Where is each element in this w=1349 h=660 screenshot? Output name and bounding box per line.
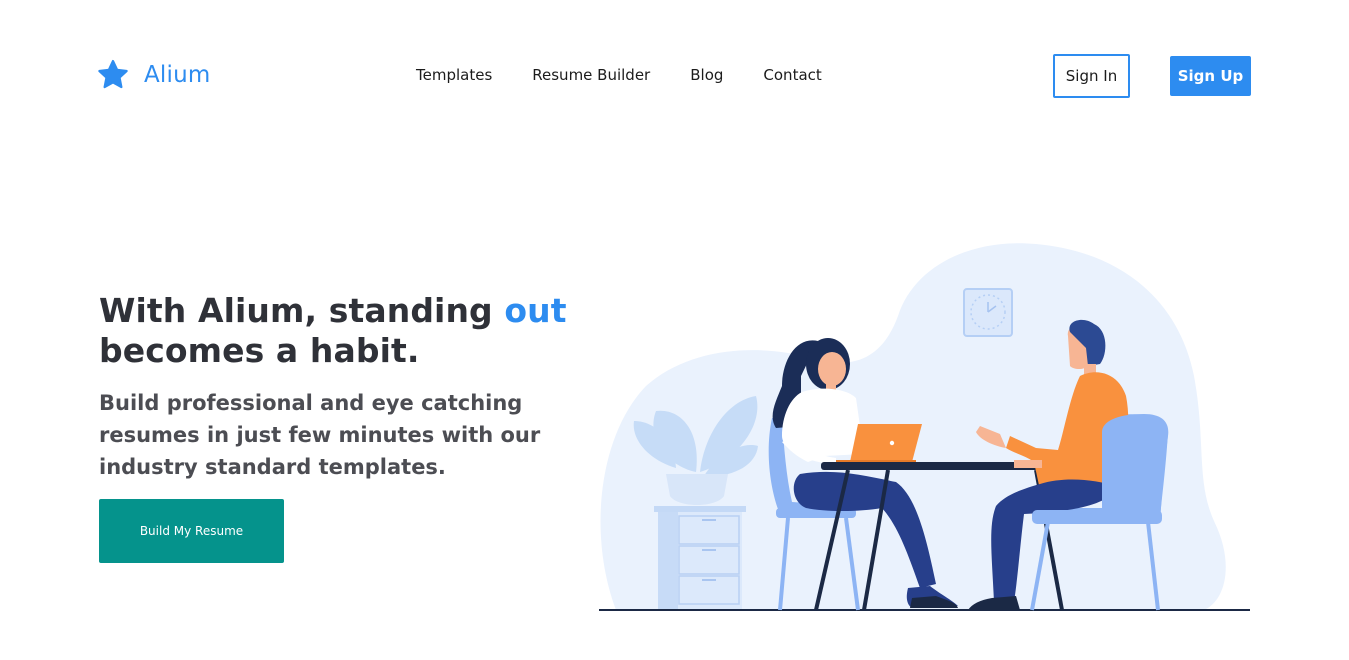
landing-page: Alium Templates Resume Builder Blog Cont…	[0, 0, 1349, 660]
brand-name: Alium	[144, 62, 211, 88]
hero-subtitle: Build professional and eye catching resu…	[99, 391, 541, 479]
interview-illustration	[599, 243, 1250, 611]
laptop-icon	[850, 424, 922, 462]
main-nav: Templates Resume Builder Blog Contact	[416, 65, 822, 85]
brand-logo-link[interactable]: Alium	[96, 58, 211, 92]
sign-up-button[interactable]: Sign Up	[1170, 56, 1251, 96]
nav-templates[interactable]: Templates	[416, 65, 492, 85]
hero-title-post: becomes a habit.	[99, 331, 420, 370]
hero-title: With Alium, standing out becomes a habit…	[99, 291, 619, 371]
sign-in-button[interactable]: Sign In	[1053, 54, 1130, 98]
hero-title-pre: With Alium, standing	[99, 291, 505, 330]
nav-blog[interactable]: Blog	[690, 65, 723, 85]
nav-contact[interactable]: Contact	[763, 65, 821, 85]
build-resume-button[interactable]: Build My Resume	[99, 499, 284, 563]
hero-title-accent: out	[504, 291, 567, 330]
cabinet	[654, 506, 746, 512]
star-icon	[98, 59, 128, 89]
nav-resume-builder[interactable]: Resume Builder	[532, 65, 650, 85]
